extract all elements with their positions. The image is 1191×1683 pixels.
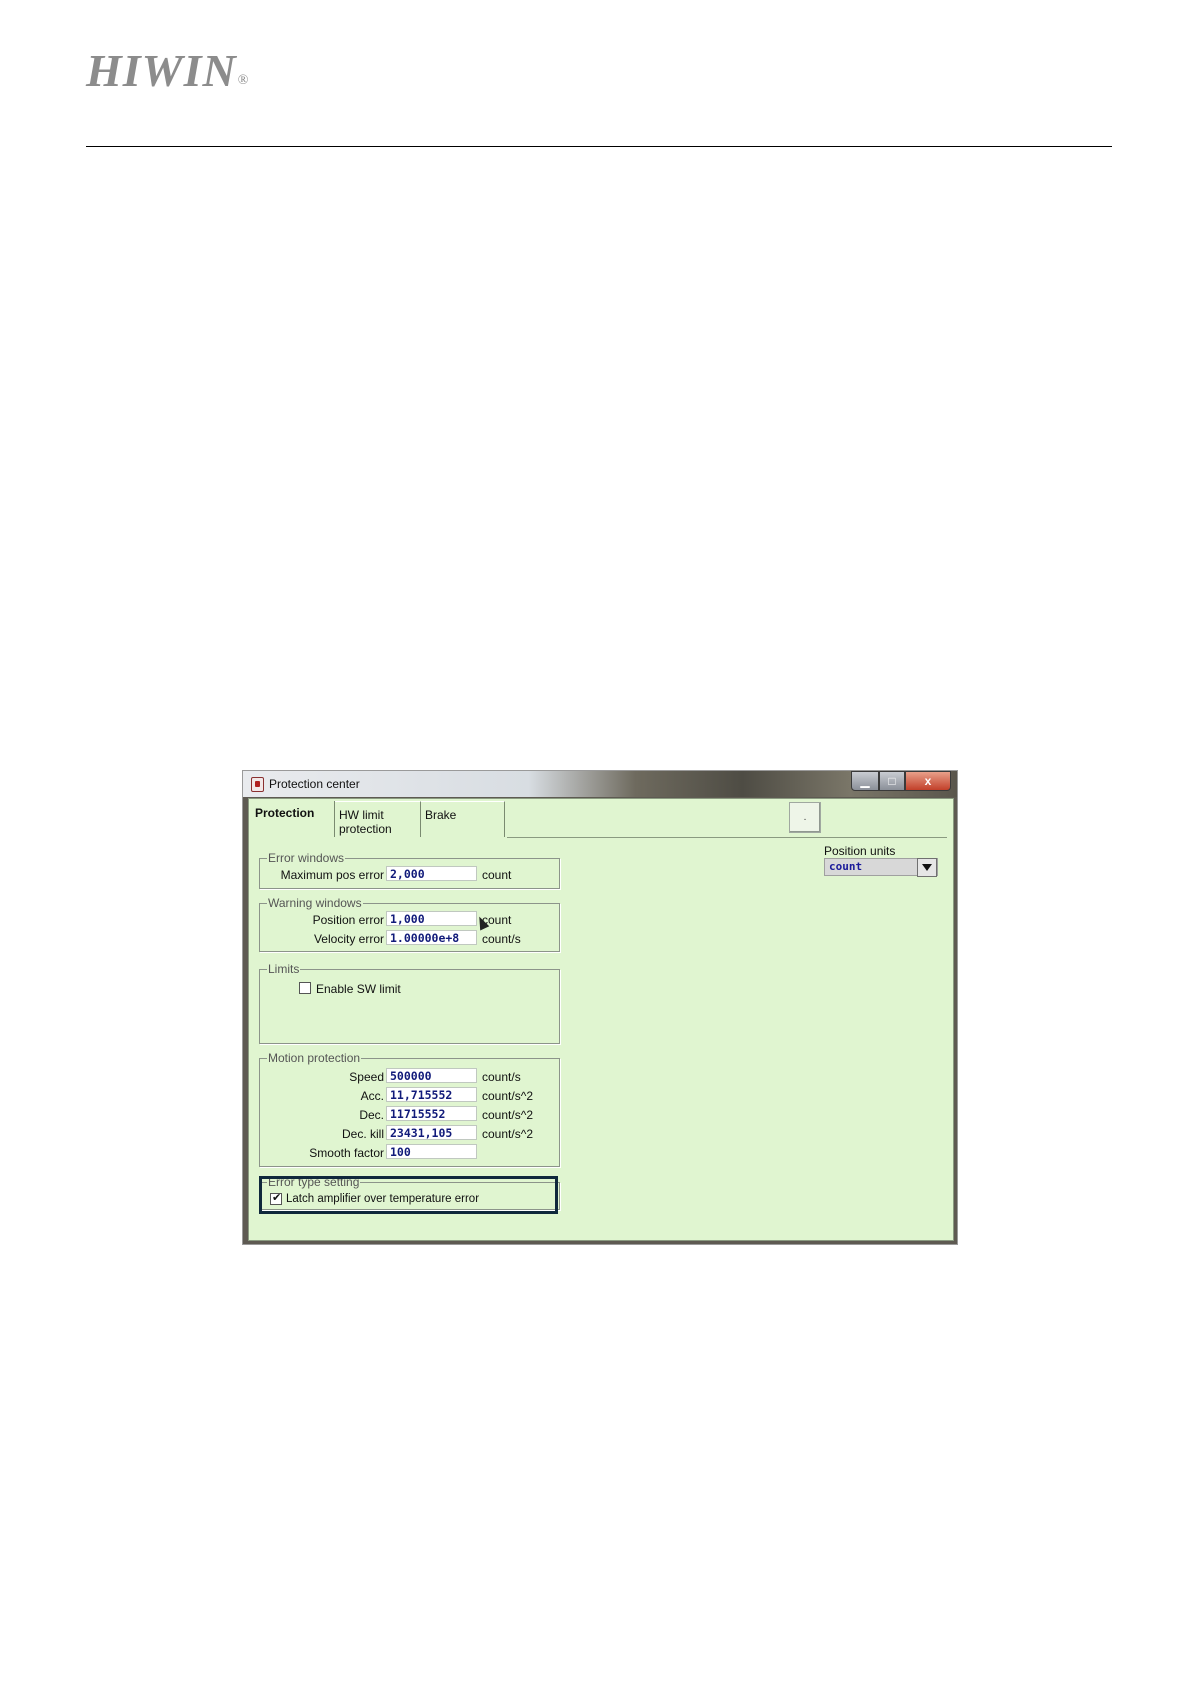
dec-kill-input[interactable]: 23431,105 xyxy=(386,1125,477,1140)
group-title: Motion protection xyxy=(267,1051,362,1065)
field-label: Speed xyxy=(349,1070,384,1084)
group-title: Warning windows xyxy=(267,896,363,910)
velocity-error-row: Velocity error 1.00000e+8 count/s xyxy=(260,930,559,946)
position-units-select[interactable]: count xyxy=(824,858,938,877)
velocity-error-input[interactable]: 1.00000e+8 xyxy=(386,930,477,945)
error-windows-group: Error windows Maximum pos error 2,000 co… xyxy=(259,851,560,889)
protection-center-window: Protection center ▁ □ x Protection HW li… xyxy=(243,771,957,1244)
window-controls: ▁ □ x xyxy=(851,771,951,791)
acc-row: Acc. 11,715552 count/s^2 xyxy=(260,1087,559,1103)
hiwin-logo: HIWIN® xyxy=(86,44,249,97)
group-title: Error windows xyxy=(267,851,346,865)
field-unit: count xyxy=(482,868,512,882)
small-button[interactable]: . xyxy=(789,802,821,833)
group-title: Limits xyxy=(267,962,301,976)
field-label: Dec. kill xyxy=(341,1127,384,1141)
smooth-factor-row: Smooth factor 100 xyxy=(260,1144,559,1160)
window-title: Protection center xyxy=(269,777,360,791)
window-client-area: Protection HW limit protection Brake . P… xyxy=(248,798,954,1241)
title-bar[interactable]: Protection center ▁ □ x xyxy=(243,771,957,797)
max-pos-error-input[interactable]: 2,000 xyxy=(386,866,477,881)
acc-input[interactable]: 11,715552 xyxy=(386,1087,477,1102)
field-label: Dec. xyxy=(359,1108,384,1122)
field-label: Velocity error xyxy=(313,932,384,946)
speed-row: Speed 500000 count/s xyxy=(260,1068,559,1084)
position-units-value: count xyxy=(829,860,863,873)
registered-mark: ® xyxy=(237,73,250,88)
motion-protection-group: Motion protection Speed 500000 count/s A… xyxy=(259,1051,560,1167)
dec-input[interactable]: 11715552 xyxy=(386,1106,477,1121)
tab-divider xyxy=(507,837,947,838)
position-units-label: Position units xyxy=(824,844,896,858)
highlight-box xyxy=(259,1176,558,1214)
limits-group: Limits Enable SW limit xyxy=(259,962,560,1044)
field-unit: count/s^2 xyxy=(482,1108,533,1122)
logo-text: HIWIN xyxy=(86,45,237,96)
speed-input[interactable]: 500000 xyxy=(386,1068,477,1083)
tab-protection[interactable]: Protection xyxy=(251,801,335,837)
header-rule xyxy=(86,146,1112,147)
enable-sw-limit-label: Enable SW limit xyxy=(316,982,401,996)
position-error-row: Position error 1,000 count xyxy=(260,911,559,927)
max-pos-error-row: Maximum pos error 2,000 count xyxy=(260,866,559,882)
field-label: Smooth factor xyxy=(309,1146,384,1160)
field-label: Position error xyxy=(312,913,384,927)
tab-hw-limit-protection[interactable]: HW limit protection xyxy=(335,801,421,837)
tab-strip: Protection HW limit protection Brake xyxy=(251,801,505,838)
minimize-button[interactable]: ▁ xyxy=(851,771,879,791)
app-icon xyxy=(251,777,264,792)
field-unit: count/s^2 xyxy=(482,1127,533,1141)
position-error-input[interactable]: 1,000 xyxy=(386,911,477,926)
dec-kill-row: Dec. kill 23431,105 count/s^2 xyxy=(260,1125,559,1141)
maximize-button[interactable]: □ xyxy=(879,771,905,791)
tab-brake[interactable]: Brake xyxy=(421,801,505,837)
close-button[interactable]: x xyxy=(905,771,951,791)
field-unit: count/s xyxy=(482,1070,521,1084)
field-label: Maximum pos error xyxy=(280,868,384,882)
enable-sw-limit-checkbox[interactable] xyxy=(299,982,311,994)
field-unit: count/s xyxy=(482,932,521,946)
dropdown-arrow-icon[interactable] xyxy=(917,858,937,877)
warning-windows-group: Warning windows Position error 1,000 cou… xyxy=(259,896,560,952)
field-label: Acc. xyxy=(360,1089,384,1103)
smooth-factor-input[interactable]: 100 xyxy=(386,1144,477,1159)
field-unit: count/s^2 xyxy=(482,1089,533,1103)
dec-row: Dec. 11715552 count/s^2 xyxy=(260,1106,559,1122)
